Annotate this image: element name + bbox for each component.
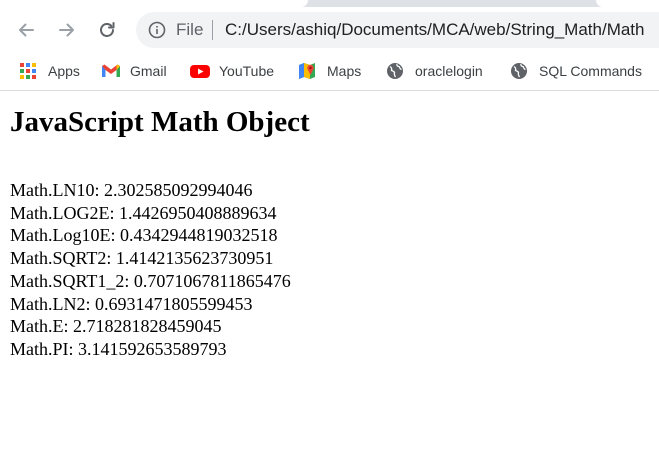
address-bar[interactable]: File C:/Users/ashiq/Documents/MCA/web/St… bbox=[136, 12, 659, 48]
address-url[interactable]: C:/Users/ashiq/Documents/MCA/web/String_… bbox=[225, 20, 645, 40]
math-constant-log10e: Math.Log10E: 0.4342944819032518 bbox=[10, 225, 278, 246]
bookmark-apps[interactable]: Apps bbox=[19, 61, 80, 81]
bookmarks-bar: Apps Gmail YouTube Maps oraclelogin SQL … bbox=[0, 52, 659, 91]
math-constants-list: Math.LN10: 2.302585092994046 Math.LOG2E:… bbox=[10, 179, 650, 361]
bookmark-maps[interactable]: Maps bbox=[298, 61, 361, 81]
math-constant-ln2: Math.LN2: 0.6931471805599453 bbox=[10, 293, 253, 314]
info-icon[interactable] bbox=[148, 21, 166, 39]
math-constant-sqrt1-2: Math.SQRT1_2: 0.7071067811865476 bbox=[10, 270, 291, 291]
back-arrow-icon bbox=[19, 23, 34, 37]
tab-strip bbox=[0, 0, 659, 7]
address-separator bbox=[212, 20, 213, 40]
globe-icon bbox=[510, 62, 528, 80]
forward-arrow-icon bbox=[59, 23, 74, 37]
math-constant-ln10: Math.LN10: 2.302585092994046 bbox=[10, 180, 253, 200]
math-constant-pi: Math.PI: 3.141592653589793 bbox=[10, 338, 227, 359]
bookmark-label: SQL Commands bbox=[539, 63, 642, 79]
reload-icon bbox=[100, 22, 115, 37]
back-button[interactable] bbox=[11, 15, 41, 45]
reload-button[interactable] bbox=[92, 15, 122, 45]
bookmark-label: Gmail bbox=[130, 63, 167, 79]
bookmark-label: oraclelogin bbox=[415, 63, 483, 79]
bookmark-gmail[interactable]: Gmail bbox=[101, 61, 167, 81]
forward-button[interactable] bbox=[52, 15, 82, 45]
math-constant-sqrt2: Math.SQRT2: 1.4142135623730951 bbox=[10, 248, 274, 269]
bookmark-youtube[interactable]: YouTube bbox=[190, 61, 274, 81]
bookmark-label: Apps bbox=[48, 63, 80, 79]
apps-grid-icon bbox=[19, 62, 37, 80]
active-tab[interactable] bbox=[0, 0, 308, 7]
bookmark-oraclelogin[interactable]: oraclelogin bbox=[386, 61, 483, 81]
math-constant-e: Math.E: 2.718281828459045 bbox=[10, 316, 222, 337]
maps-icon bbox=[298, 62, 316, 80]
browser-toolbar: File C:/Users/ashiq/Documents/MCA/web/St… bbox=[0, 7, 659, 52]
page-title: JavaScript Math Object bbox=[10, 106, 310, 138]
new-tab-area[interactable] bbox=[596, 0, 659, 7]
bookmark-sql-commands[interactable]: SQL Commands bbox=[510, 61, 642, 81]
bookmark-label: Maps bbox=[327, 63, 362, 79]
gmail-icon bbox=[101, 62, 120, 80]
address-scheme: File bbox=[176, 20, 204, 39]
globe-icon bbox=[386, 62, 404, 80]
math-constant-log2e: Math.LOG2E: 1.4426950408889634 bbox=[10, 202, 277, 223]
page-content: JavaScript Math Object Math.LN10: 2.3025… bbox=[10, 105, 650, 361]
youtube-icon bbox=[190, 62, 210, 80]
bookmark-label: YouTube bbox=[219, 63, 275, 79]
